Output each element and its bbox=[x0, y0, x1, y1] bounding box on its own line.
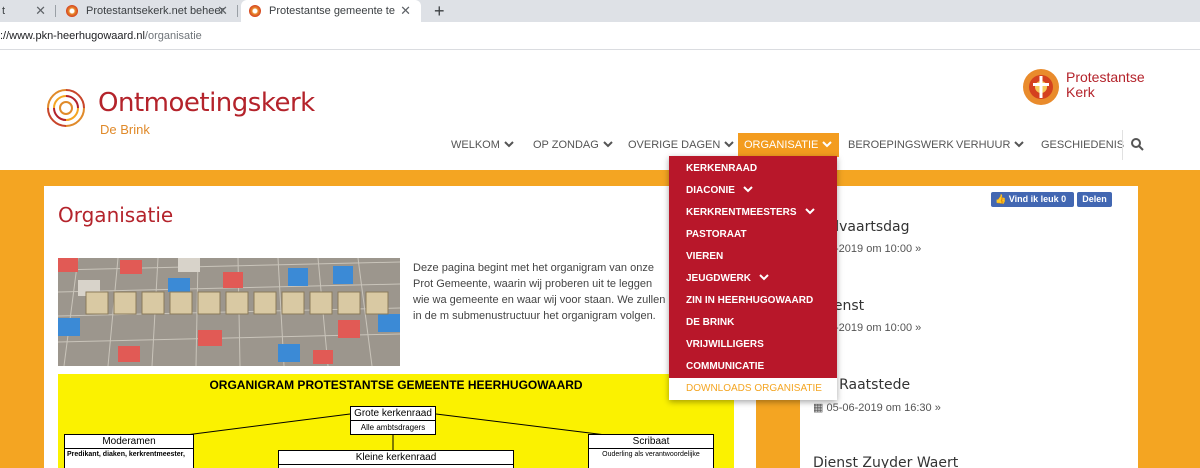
dropdown-item-pastoraat[interactable]: PASTORAAT bbox=[669, 224, 837, 246]
nav-item-verhuur[interactable]: VERHUUR bbox=[950, 133, 1030, 157]
close-icon[interactable]: ✕ bbox=[35, 3, 46, 19]
close-icon[interactable]: ✕ bbox=[217, 3, 228, 19]
chevron-right-icon: » bbox=[912, 322, 922, 334]
browser-tab-3[interactable]: Protestantse gemeente te Heerhugowaard ✕ bbox=[241, 0, 421, 22]
chevron-down-icon bbox=[743, 186, 753, 193]
chevron-down-icon bbox=[504, 141, 514, 148]
facebook-share-button[interactable]: Delen bbox=[1077, 192, 1112, 207]
dropdown-item-communicatie[interactable]: COMMUNICATIE bbox=[669, 356, 837, 378]
calendar-icon: ▦ bbox=[813, 402, 827, 414]
organigram-moderamen: Moderamen Predikant, diaken, kerkrentmee… bbox=[64, 434, 194, 468]
browser-tab-2[interactable]: Protestantsekerk.net beheer ✕ bbox=[58, 0, 238, 22]
nav-item-overige-dagen[interactable]: OVERIGE DAGEN bbox=[622, 133, 740, 157]
search-icon[interactable] bbox=[1130, 137, 1144, 151]
nav-item-organisatie[interactable]: ORGANISATIE bbox=[738, 133, 839, 157]
dropdown-item-diaconie[interactable]: DIACONIE bbox=[669, 180, 837, 202]
intro-paragraph: Deze pagina begint met het organigram va… bbox=[413, 262, 666, 322]
thumbs-up-icon: 👍 bbox=[995, 194, 1007, 204]
close-icon[interactable]: ✕ bbox=[400, 3, 411, 19]
scrabble-board-graphic bbox=[58, 258, 400, 366]
address-bar[interactable]: ://www.pkn-heerhugowaard.nl/organisatie bbox=[0, 22, 1200, 50]
nav-item-geschiedenis[interactable]: GESCHIEDENIS bbox=[1035, 133, 1130, 157]
dropdown-item-zin-in-heerhugowaard[interactable]: ZIN IN HEERHUGOWAARD bbox=[669, 290, 837, 312]
facebook-like-button[interactable]: 👍 Vind ik leuk 0 bbox=[991, 192, 1074, 207]
dropdown-item-kerkrentmeesters[interactable]: KERKRENTMEESTERS bbox=[669, 202, 837, 224]
favicon-icon bbox=[249, 5, 261, 17]
chevron-down-icon bbox=[603, 141, 613, 148]
site-logo-subtitle: De Brink bbox=[100, 122, 150, 137]
dropdown-item-vieren[interactable]: VIEREN bbox=[669, 246, 837, 268]
browser-tab-1[interactable]: t ✕ bbox=[0, 0, 56, 22]
new-tab-button[interactable]: + bbox=[434, 0, 445, 22]
protestantse-kerk-logo-text[interactable]: Protestantse Kerk bbox=[1066, 70, 1145, 100]
organigram-scribaat: Scribaat Ouderling als verantwoordelijke bbox=[588, 434, 714, 468]
chevron-down-icon bbox=[724, 141, 735, 148]
url-path: /organisatie bbox=[144, 30, 202, 42]
nav-item-beroepingswerk[interactable]: BEROEPINGSWERK bbox=[842, 133, 960, 157]
chevron-down-icon bbox=[759, 274, 769, 281]
site-logo-title[interactable]: Ontmoetingskerk bbox=[98, 88, 315, 118]
dropdown-item-vrijwilligers[interactable]: VRIJWILLIGERS bbox=[669, 334, 837, 356]
organigram-image: ORGANIGRAM PROTESTANTSE GEMEENTE HEERHUG… bbox=[58, 374, 734, 468]
chevron-right-icon: » bbox=[931, 402, 941, 414]
protestantse-kerk-logo-icon[interactable] bbox=[1022, 68, 1060, 106]
event-item[interactable]: Dienst Zuyder Waert bbox=[813, 455, 958, 468]
organigram-grote-kerkenraad: Grote kerkenraad Alle ambtsdragers bbox=[350, 406, 436, 435]
dropdown-item-kerkenraad[interactable]: KERKENRAAD bbox=[669, 158, 837, 180]
dropdown-item-downloads-organisatie[interactable]: DOWNLOADS ORGANISATIE bbox=[669, 378, 837, 400]
favicon-icon bbox=[66, 5, 78, 17]
chevron-right-icon: » bbox=[912, 243, 922, 255]
url-host: ://www.pkn-heerhugowaard.nl bbox=[0, 30, 145, 42]
organisatie-dropdown-menu: KERKENRAAD DIACONIE KERKRENTMEESTERS PAS… bbox=[669, 156, 837, 400]
page-title: Organisatie bbox=[58, 203, 174, 227]
browser-tab-bar: t ✕ Protestantsekerk.net beheer ✕ Protes… bbox=[0, 0, 1200, 22]
nav-item-op-zondag[interactable]: OP ZONDAG bbox=[527, 133, 619, 157]
site-header: Ontmoetingskerk De Brink Protestantse Ke… bbox=[0, 50, 1200, 170]
chevron-down-icon bbox=[804, 208, 815, 215]
scrabble-image bbox=[58, 258, 400, 366]
ontmoetingskerk-logo-icon[interactable] bbox=[42, 84, 90, 132]
dropdown-item-de-brink[interactable]: DE BRINK bbox=[669, 312, 837, 334]
dropdown-item-jeugdwerk[interactable]: JEUGDWERK bbox=[669, 268, 837, 290]
chevron-down-icon bbox=[822, 141, 833, 148]
chevron-down-icon bbox=[1014, 141, 1025, 148]
nav-item-welkom[interactable]: WELKOM bbox=[445, 133, 520, 157]
nav-divider bbox=[1122, 130, 1123, 160]
organigram-kleine-kerkenraad: Kleine kerkenraad bbox=[278, 450, 514, 468]
